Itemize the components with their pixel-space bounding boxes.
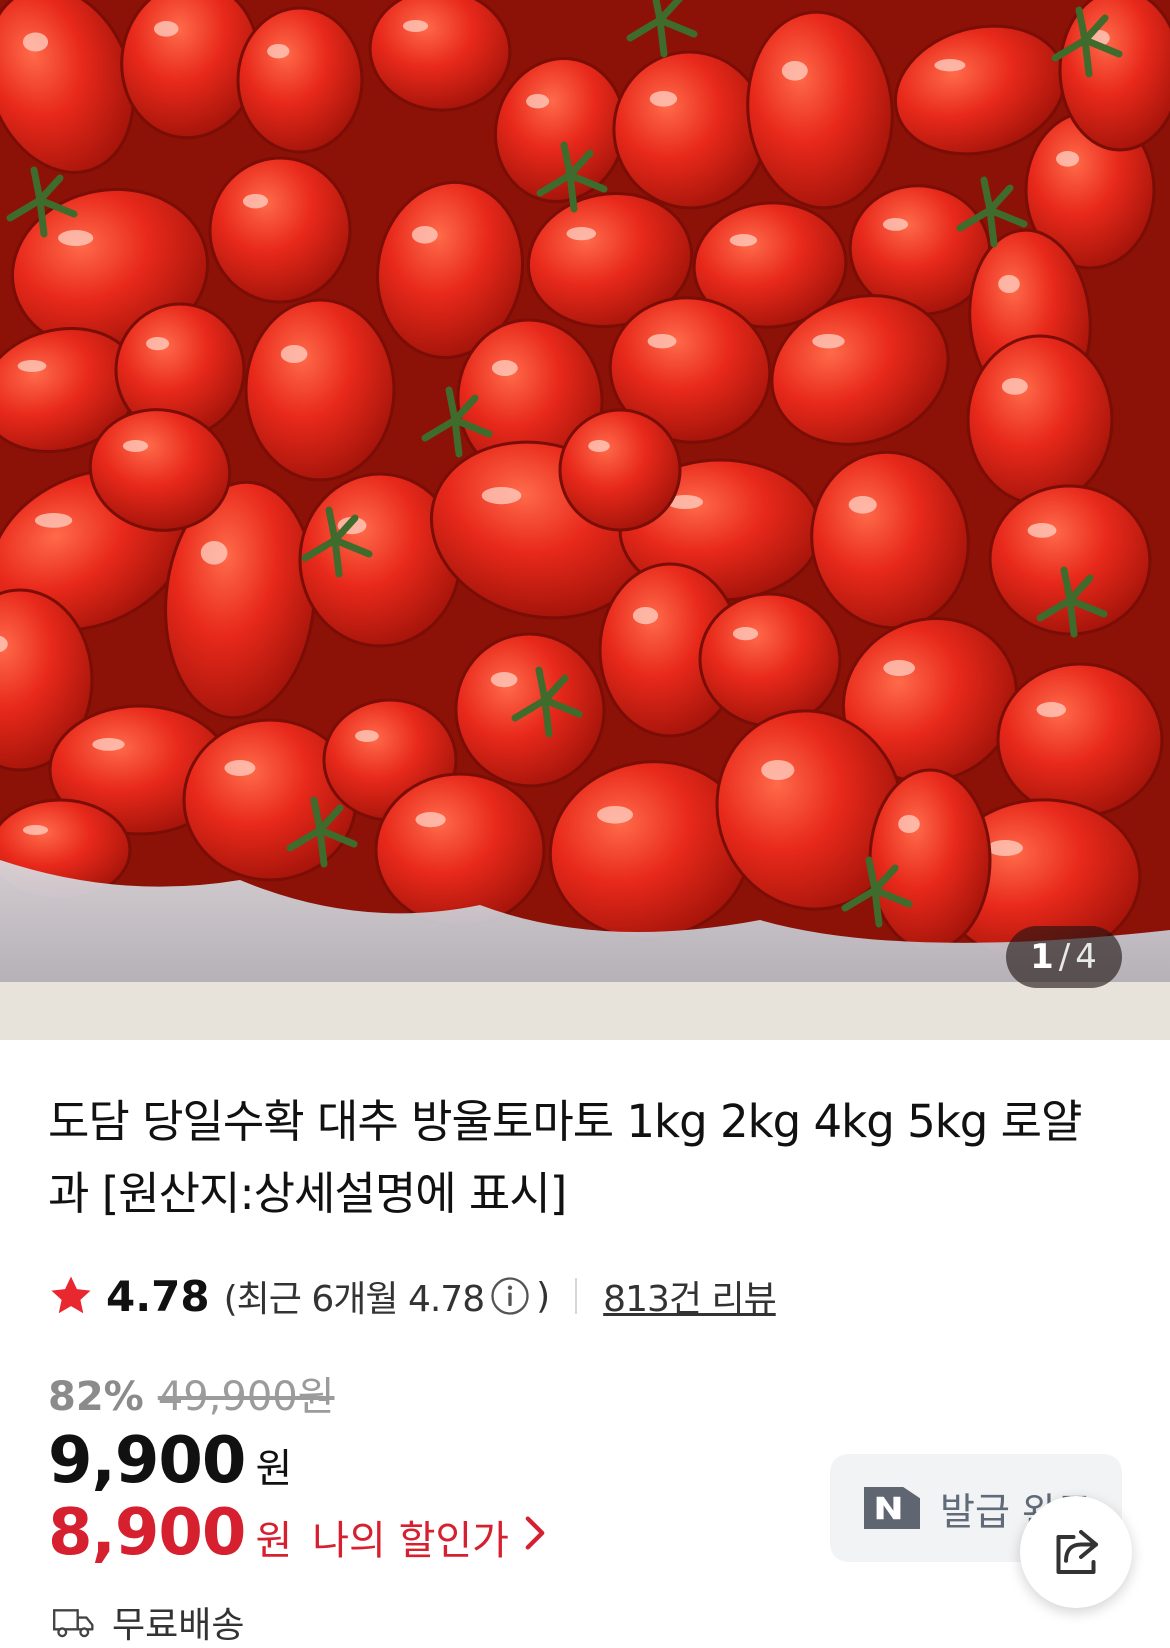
tomato-highlight — [402, 20, 429, 32]
product-title: 도담 당일수확 대추 방울토마토 1kg 2kg 4kg 5kg 로얄과 [원산… — [48, 1095, 1082, 1220]
product-image[interactable]: 1 / 4 — [0, 0, 1170, 1040]
tomato-highlight — [566, 227, 597, 241]
tomato-highlight — [122, 440, 149, 452]
tomato-highlight — [781, 61, 808, 81]
my-discount-price-link[interactable]: 8,900 원 나의 할인가 — [48, 1496, 547, 1570]
tomato-photo — [0, 0, 1170, 1040]
tomato-highlight — [92, 738, 125, 751]
tomato-shape — [374, 772, 546, 928]
image-counter-total: 4 — [1075, 937, 1098, 977]
tomato-highlight — [848, 496, 877, 514]
tomato-highlight — [481, 487, 522, 505]
tomato-highlight — [526, 94, 550, 109]
tomato-highlight — [415, 812, 446, 828]
tomato-highlight — [1001, 378, 1028, 395]
tomato-highlight — [812, 334, 845, 349]
tomato-highlight — [34, 513, 73, 528]
tomato-shape — [558, 408, 682, 532]
sale-price-value: 9,900 — [48, 1424, 246, 1498]
tomato-shape — [996, 662, 1164, 818]
rating-score: 4.78 — [106, 1271, 210, 1321]
tomato-highlight — [224, 760, 256, 776]
tomato-highlight — [22, 32, 49, 52]
tomato-highlight — [1056, 151, 1080, 167]
tomato-highlight — [597, 806, 633, 824]
original-price: 49,900원 — [157, 1374, 335, 1420]
free-delivery-label: 무료배송 — [112, 1605, 245, 1646]
tomato-highlight — [761, 760, 795, 780]
tomato-highlight — [649, 91, 678, 107]
tomato-highlight — [998, 275, 1020, 293]
my-discount-price-unit: 원 — [255, 1518, 293, 1564]
image-counter: 1 / 4 — [1006, 926, 1122, 988]
tomato-highlight — [588, 440, 610, 452]
share-button[interactable] — [1020, 1496, 1132, 1608]
tomato-highlight — [146, 337, 170, 351]
tomato-highlight — [17, 360, 47, 372]
tomato-shape — [244, 298, 396, 482]
image-counter-separator: / — [1058, 937, 1072, 977]
tomato-highlight — [732, 627, 759, 641]
tomato-highlight — [898, 815, 920, 833]
rating-divider — [575, 1278, 578, 1314]
tomato-highlight — [242, 194, 269, 209]
naver-pay-icon — [864, 1487, 920, 1529]
tomato-highlight — [729, 234, 758, 247]
info-icon[interactable] — [490, 1276, 530, 1316]
tomato-highlight — [58, 230, 94, 246]
image-counter-current: 1 — [1030, 937, 1055, 977]
tomato-highlight — [153, 21, 179, 37]
tomato-highlight — [987, 840, 1023, 856]
rating-row: 4.78 (최근 6개월 4.78 ) 813건 리뷰 — [48, 1268, 777, 1324]
tomato-highlight — [882, 218, 909, 231]
tomato-highlight — [355, 730, 379, 742]
truck-icon — [53, 1609, 94, 1638]
discount-row: 82% 49,900원 — [48, 1364, 335, 1420]
delivery-info: 무료배송 — [52, 1596, 244, 1648]
tomato-shape — [1058, 0, 1170, 152]
tomato-shape — [868, 768, 992, 952]
tomato-highlight — [280, 345, 308, 363]
tomato-highlight — [647, 334, 677, 349]
tomato-highlight — [411, 226, 438, 244]
tomato-shape — [236, 6, 364, 154]
tomato-highlight — [22, 825, 49, 835]
my-discount-price-label: 나의 할인가 — [312, 1518, 509, 1564]
tomato-highlight — [934, 58, 966, 72]
star-icon — [51, 1276, 91, 1314]
tomato-shape — [966, 334, 1114, 506]
tomato-highlight — [883, 660, 916, 676]
tomato-highlight — [1036, 702, 1067, 718]
sale-price-unit: 원 — [255, 1446, 293, 1492]
tomato-highlight — [491, 360, 518, 376]
recent-rating-text: (최근 6개월 4.78 — [223, 1279, 485, 1320]
recent-rating: (최근 6개월 4.78 ) — [223, 1270, 551, 1322]
my-discount-price-value: 8,900 — [48, 1496, 246, 1570]
tomato-highlight — [632, 607, 659, 625]
chevron-right-icon — [525, 1516, 545, 1550]
tomato-highlight — [267, 44, 290, 59]
share-icon — [1056, 1530, 1098, 1574]
sale-price: 9,900 원 — [48, 1424, 292, 1498]
review-count-link[interactable]: 813건 리뷰 — [603, 1270, 777, 1322]
tomato-highlight — [490, 672, 518, 688]
recent-rating-close: ) — [536, 1275, 550, 1317]
tomato-highlight — [1027, 523, 1057, 538]
tomato-highlight — [200, 541, 228, 565]
discount-rate: 82% — [48, 1374, 144, 1420]
